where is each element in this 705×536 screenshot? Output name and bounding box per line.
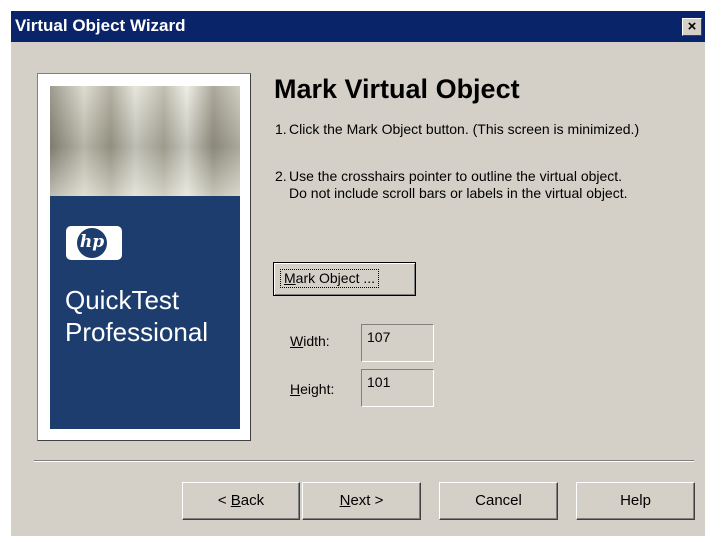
height-label: Height:	[290, 381, 334, 397]
back-prefix: <	[217, 492, 231, 509]
step-text-line: Do not include scroll bars or labels in …	[289, 185, 628, 201]
cancel-button[interactable]: Cancel	[439, 482, 558, 520]
step-text: Click the Mark Object button. (This scre…	[289, 121, 640, 137]
label-text: ark Object ...	[295, 270, 376, 286]
label-text: ext >	[350, 492, 384, 509]
brand-panel: hp QuickTest Professional	[50, 196, 240, 429]
step-number: 2.	[275, 168, 287, 184]
mark-object-button[interactable]: Mark Object ...	[273, 262, 416, 296]
hotkey-letter: N	[339, 492, 351, 509]
hotkey-letter: H	[290, 381, 301, 397]
instruction-step-2: 2. Use the crosshairs pointer to outline…	[275, 168, 628, 201]
height-field: 101	[361, 369, 434, 407]
hp-logo-icon: hp	[66, 226, 122, 260]
step-number: 1.	[275, 121, 287, 137]
next-button[interactable]: Next >	[302, 482, 421, 520]
width-field: 107	[361, 324, 434, 362]
title-bar: Virtual Object Wizard ×	[11, 11, 705, 42]
width-label: Width:	[290, 333, 330, 349]
lab-glassware-photo	[50, 86, 240, 196]
hp-logo-text: hp	[77, 228, 107, 258]
label-text: eight:	[300, 381, 335, 397]
wizard-window: Virtual Object Wizard × hp QuickTest Pro…	[10, 10, 705, 536]
help-button[interactable]: Help	[576, 482, 695, 520]
step-text-line: Use the crosshairs pointer to outline th…	[289, 168, 623, 184]
label-text: ack	[240, 492, 265, 509]
label-text: idth:	[303, 333, 330, 349]
hotkey-letter: W	[290, 333, 304, 349]
separator	[34, 460, 694, 462]
step-text: Use the crosshairs pointer to outline th…	[289, 168, 659, 202]
page-title: Mark Virtual Object	[274, 74, 520, 104]
hotkey-letter: M	[284, 270, 296, 286]
close-icon[interactable]: ×	[682, 18, 702, 36]
product-image: hp QuickTest Professional	[37, 73, 251, 441]
product-name-line2: Professional	[65, 317, 209, 347]
hotkey-letter: B	[230, 492, 241, 509]
mark-object-label: Mark Object ...	[280, 269, 380, 288]
instruction-step-1: 1. Click the Mark Object button. (This s…	[275, 121, 639, 138]
back-button[interactable]: < Back	[182, 482, 300, 520]
product-name: QuickTest Professional	[65, 284, 208, 348]
window-title: Virtual Object Wizard	[15, 16, 186, 35]
product-name-line1: QuickTest	[65, 285, 180, 315]
